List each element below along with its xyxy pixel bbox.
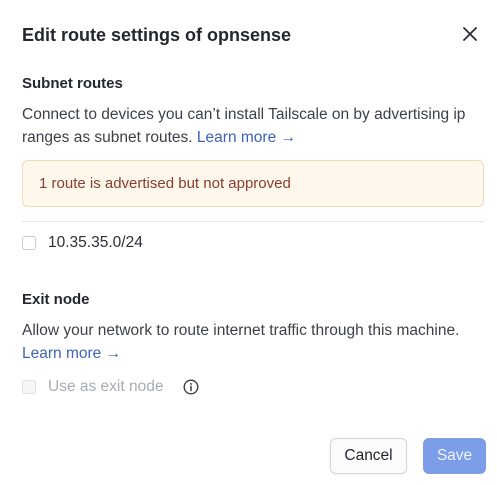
route-label: 10.35.35.0/24 (48, 234, 143, 251)
exit-node-label: Use as exit node (48, 378, 164, 395)
subnet-routes-description: Connect to devices you can’t install Tai… (22, 103, 482, 149)
exit-node-description: Allow your network to route internet tra… (22, 319, 482, 365)
section-divider (22, 221, 484, 222)
exit-node-learn-more-link[interactable]: Learn more → (22, 345, 121, 362)
route-row[interactable]: 10.35.35.0/24 (22, 232, 143, 254)
save-button[interactable]: Save (423, 438, 486, 474)
cancel-button[interactable]: Cancel (330, 438, 407, 474)
not-approved-warning: 1 route is advertised but not approved (22, 160, 484, 207)
exit-node-heading: Exit node (22, 291, 90, 308)
subnet-learn-more-link[interactable]: Learn more → (197, 129, 296, 146)
subnet-routes-heading: Subnet routes (22, 75, 123, 92)
dialog-title: Edit route settings of opnsense (22, 25, 292, 45)
warning-text: 1 route is advertised but not approved (39, 175, 291, 192)
route-checkbox[interactable] (22, 236, 36, 250)
close-button[interactable] (458, 24, 482, 48)
exit-node-description-text: Allow your network to route internet tra… (22, 322, 460, 339)
close-icon (463, 26, 477, 46)
exit-node-row: Use as exit node (22, 376, 199, 398)
info-icon[interactable] (183, 379, 199, 395)
edit-route-settings-dialog: Edit route settings of opnsense Subnet r… (0, 0, 497, 485)
exit-node-checkbox[interactable] (22, 380, 36, 394)
